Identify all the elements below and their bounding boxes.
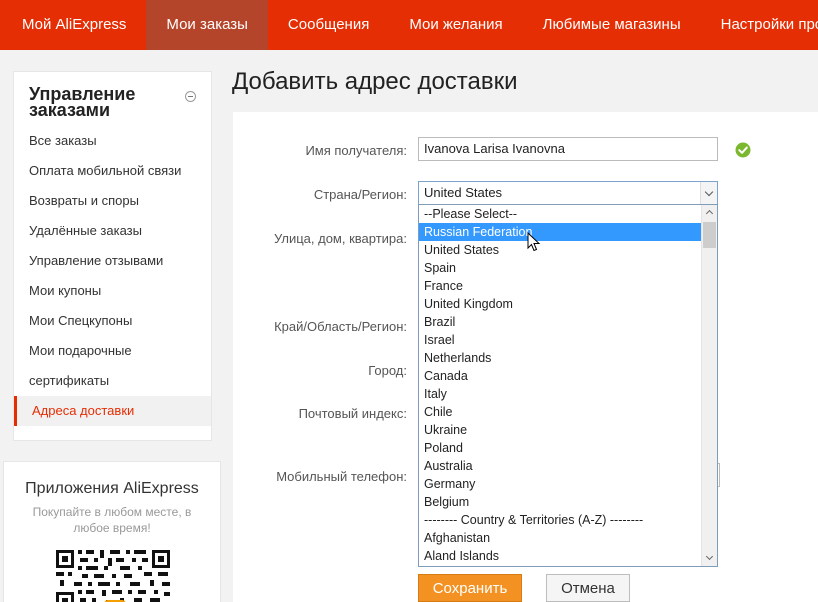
tab-profile-settings[interactable]: Настройки профиля (701, 0, 818, 50)
country-option-separator: -------- Country & Territories (A-Z) ---… (424, 513, 644, 527)
sidebar-title: Управление заказами (29, 84, 136, 120)
country-option[interactable]: Poland (419, 439, 701, 457)
address-form: Имя получателя: Ivanova Larisa Ivanovna … (233, 112, 818, 602)
tab-messages[interactable]: Сообщения (268, 0, 389, 50)
country-option[interactable]: Ukraine (419, 421, 701, 439)
country-option[interactable]: United States (419, 241, 701, 259)
mouse-cursor-icon (527, 232, 541, 252)
region-label: Край/Область/Регион: (274, 319, 407, 334)
country-option[interactable]: Belgium (419, 493, 701, 511)
tab-favorite-stores[interactable]: Любимые магазины (523, 0, 701, 50)
city-label: Город: (368, 363, 407, 378)
country-label: Страна/Регион: (313, 187, 407, 202)
top-nav: Мой AliExpress Мои заказы Сообщения Мои … (0, 0, 818, 50)
street-label: Улица, дом, квартира: (273, 231, 407, 246)
country-select[interactable]: United States (418, 181, 718, 205)
recipient-input[interactable]: Ivanova Larisa Ivanovna (418, 137, 718, 161)
country-option[interactable]: Germany (419, 475, 701, 493)
collapse-icon[interactable] (185, 91, 196, 102)
sidebar-item-returns-disputes[interactable]: Возвраты и споры (14, 186, 211, 216)
check-icon (735, 142, 751, 158)
country-option[interactable]: Israel (419, 331, 701, 349)
apps-promo: Приложения AliExpress Покупайте в любом … (3, 461, 221, 602)
chevron-down-icon[interactable] (700, 182, 717, 204)
country-option[interactable]: France (419, 277, 701, 295)
sidebar-item-gift-cards[interactable]: Мои подарочные (14, 336, 211, 366)
country-option[interactable]: Brazil (419, 313, 701, 331)
sidebar-item-special-coupons[interactable]: Мои Спецкупоны (14, 306, 211, 336)
country-select-value: United States (424, 185, 503, 200)
country-option[interactable]: Netherlands (419, 349, 701, 367)
sidebar-item-gift-cards-cont[interactable]: сертификаты (14, 366, 211, 396)
sidebar-item-mobile-payment[interactable]: Оплата мобильной связи (14, 156, 211, 186)
dropdown-scrollbar[interactable] (701, 205, 717, 566)
country-option[interactable]: --Please Select-- (419, 205, 701, 223)
country-option[interactable]: Italy (419, 385, 701, 403)
country-option[interactable]: Aland Islands (419, 547, 701, 565)
country-option[interactable]: Spain (419, 259, 701, 277)
country-option-highlighted[interactable]: Russian Federation (419, 223, 701, 241)
zip-label: Почтовый индекс: (298, 406, 407, 421)
qr-code-icon (54, 548, 172, 602)
scroll-up-icon[interactable] (702, 205, 717, 221)
tab-wishlist[interactable]: Мои желания (389, 0, 522, 50)
country-option[interactable]: Canada (419, 367, 701, 385)
scroll-down-icon[interactable] (702, 550, 717, 566)
sidebar: Управление заказами Все заказы Оплата мо… (13, 71, 212, 441)
country-option[interactable]: United Kingdom (419, 295, 701, 313)
phone-label: Мобильный телефон: (276, 469, 407, 484)
country-option[interactable]: Afghanistan (419, 529, 701, 547)
country-option[interactable]: Chile (419, 403, 701, 421)
apps-title: Приложения AliExpress (25, 480, 199, 497)
scrollbar-thumb[interactable] (703, 222, 716, 248)
sidebar-item-shipping-addresses[interactable]: Адреса доставки (14, 396, 211, 426)
country-option[interactable]: Australia (419, 457, 701, 475)
sidebar-item-deleted-orders[interactable]: Удалённые заказы (14, 216, 211, 246)
sidebar-item-all-orders[interactable]: Все заказы (14, 126, 211, 156)
sidebar-item-coupons[interactable]: Мои купоны (14, 276, 211, 306)
country-dropdown-list[interactable]: --Please Select-- Russian Federation Uni… (418, 204, 718, 567)
cancel-button[interactable]: Отмена (546, 574, 630, 602)
tab-my-orders[interactable]: Мои заказы (146, 0, 268, 50)
save-button[interactable]: Сохранить (418, 574, 522, 602)
page-title: Добавить адрес доставки (232, 68, 518, 95)
tab-my-aliexpress[interactable]: Мой AliExpress (0, 0, 146, 50)
recipient-label: Имя получателя: (305, 143, 407, 158)
sidebar-item-feedback[interactable]: Управление отзывами (14, 246, 211, 276)
apps-subtitle: Покупайте в любом месте, в любое время! (32, 505, 192, 535)
